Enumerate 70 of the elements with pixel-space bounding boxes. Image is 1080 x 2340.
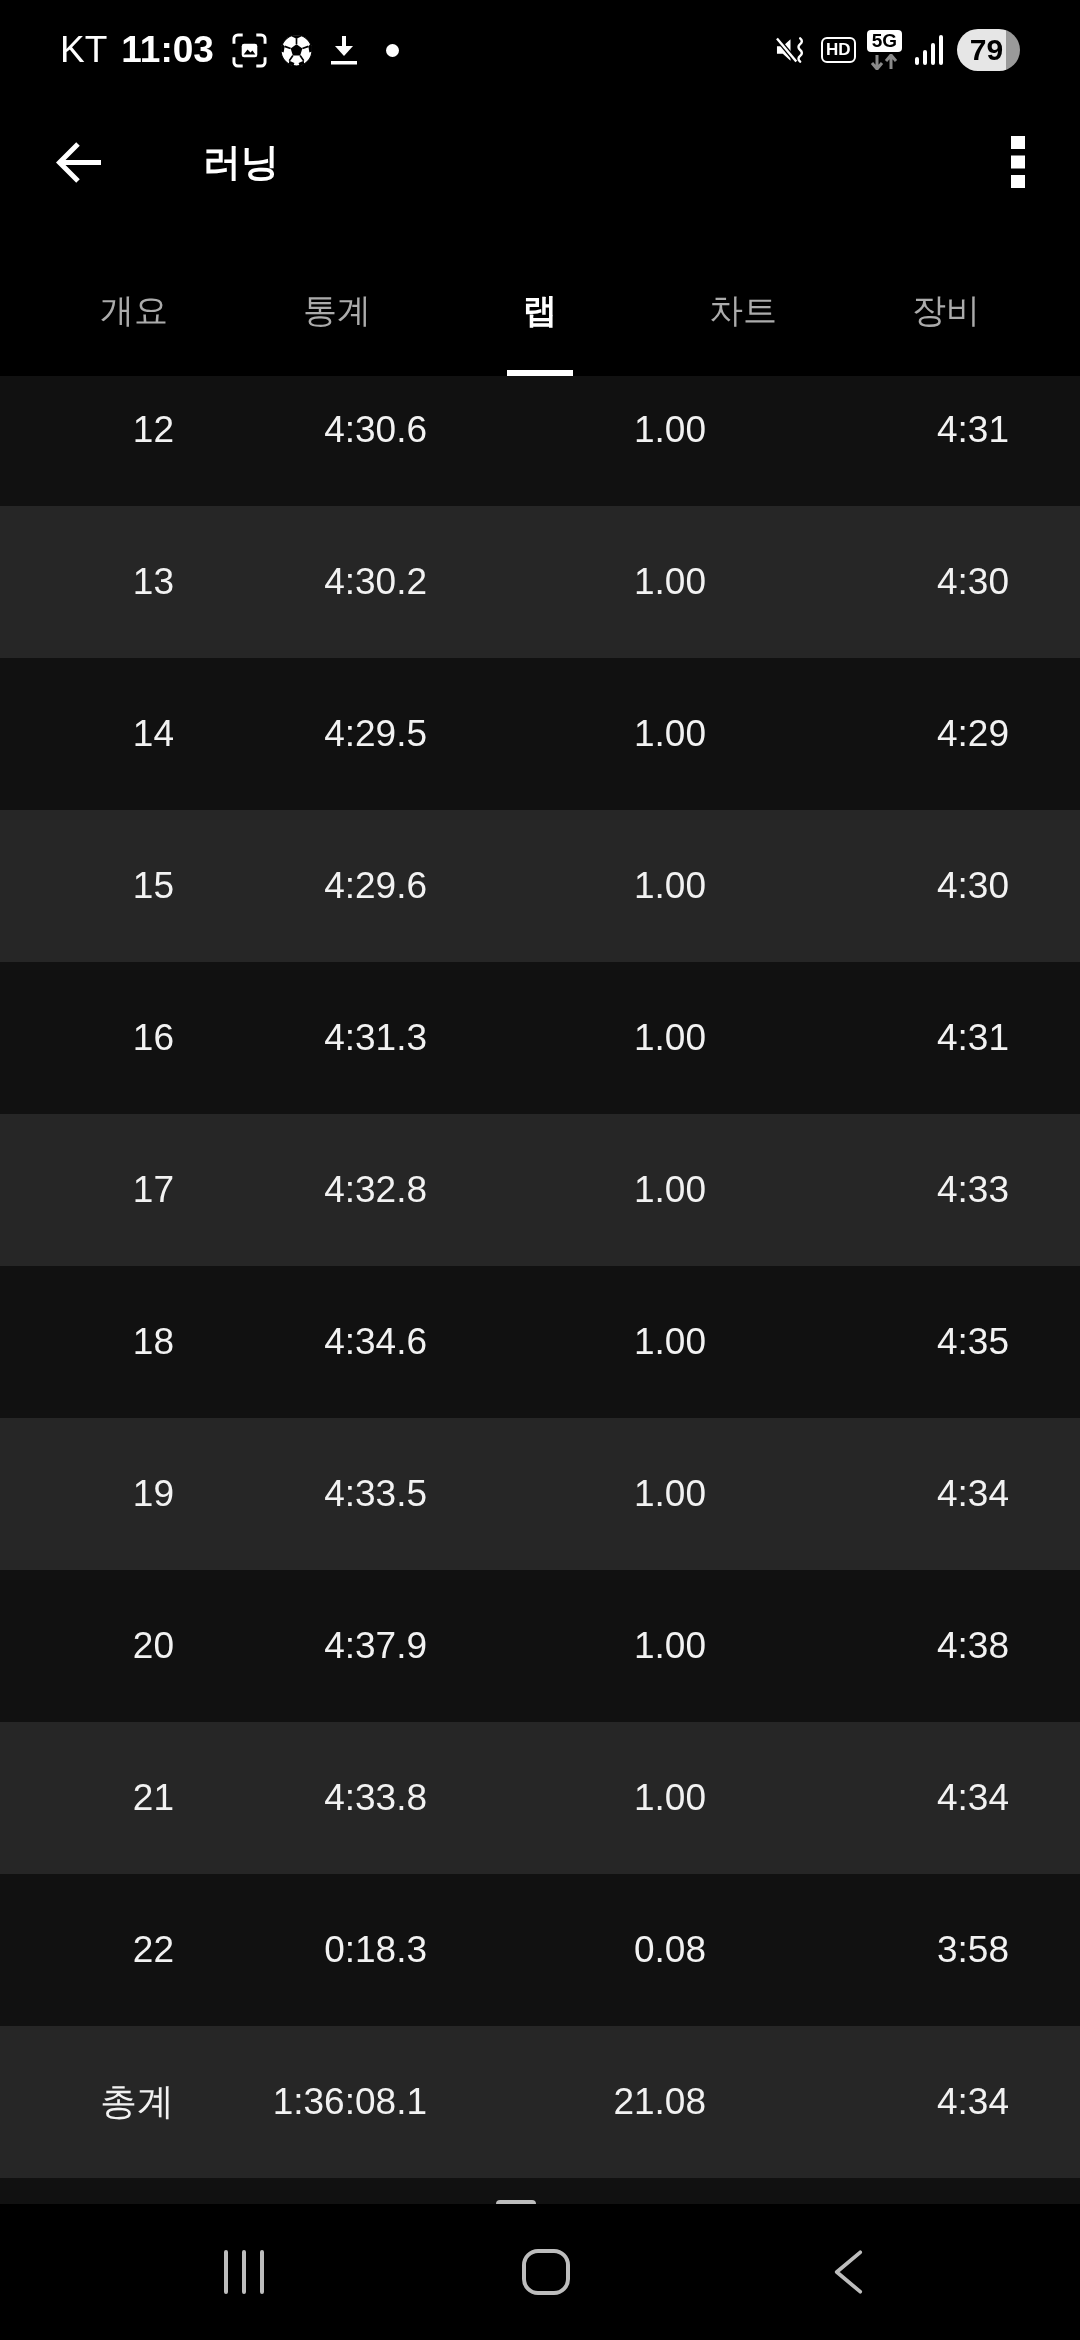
table-cell: 4:30.2	[324, 560, 427, 604]
table-cell: 20	[132, 1624, 174, 1668]
table-cell: 16	[132, 1016, 174, 1060]
table-cell: 0.08	[634, 1928, 706, 1972]
table-cell: 4:34	[937, 1472, 1009, 1516]
table-cell: 총계	[100, 2080, 174, 2124]
table-cell: 1.00	[634, 1776, 706, 1820]
table-cell: 4:33	[937, 1168, 1009, 1212]
table-cell: 13	[132, 560, 174, 604]
table-cell: 1.00	[634, 1472, 706, 1516]
tab[interactable]: 개요	[84, 224, 185, 376]
table-cell: 17	[132, 1168, 174, 1212]
table-cell: 4:34.6	[324, 1320, 427, 1364]
table-cell: 1.00	[634, 560, 706, 604]
table-cell: 4:35	[937, 1320, 1009, 1364]
table-cell: 4:31	[937, 408, 1009, 452]
table-cell: 4:31	[937, 1016, 1009, 1060]
table-cell: 21.08	[613, 2080, 706, 2124]
more-options-icon[interactable]	[1011, 136, 1025, 188]
tab[interactable]: 차트	[692, 224, 793, 376]
table-cell: 1.00	[634, 1624, 706, 1668]
table-cell: 4:30	[937, 864, 1009, 908]
table-cell: 15	[132, 864, 174, 908]
table-cell: 4:30.6	[324, 408, 427, 452]
table-cell: 19	[132, 1472, 174, 1516]
table-cell: 22	[132, 1928, 174, 1972]
table-cell: 1.00	[634, 1016, 706, 1060]
table-cell: 1.00	[634, 408, 706, 452]
table-cell: 1.00	[634, 864, 706, 908]
table-cell: 4:31.3	[324, 1016, 427, 1060]
table-cell: 1:36:08.1	[272, 2080, 427, 2124]
table-cell: 4:37.9	[324, 1624, 427, 1668]
table-cell: 4:29	[937, 712, 1009, 756]
back-arrow-icon[interactable]	[56, 140, 103, 184]
recent-apps-icon[interactable]	[223, 2249, 265, 2295]
hd-voice-indicator: HD	[821, 37, 856, 63]
handle-icon	[496, 2200, 536, 2204]
table-cell: 4:32.8	[324, 1168, 427, 1212]
table-cell: 1.00	[634, 712, 706, 756]
table-cell: 4:33.5	[324, 1472, 427, 1516]
table-cell: 4:34	[937, 2080, 1009, 2124]
table-cell: 3:58	[937, 1928, 1009, 1972]
muted-speaker-icon	[776, 35, 806, 65]
table-cell: 4:38	[937, 1624, 1009, 1668]
tab[interactable]: 장비	[895, 224, 996, 376]
table-cell: 1.00	[634, 1320, 706, 1364]
signal-icon	[915, 35, 943, 65]
image-frame-icon	[231, 32, 267, 68]
table-cell: 4:29.5	[324, 712, 427, 756]
network-type: 5G	[866, 30, 902, 52]
download-icon	[330, 35, 357, 65]
battery-indicator: 79	[957, 29, 1020, 71]
screen-title: 러닝	[203, 140, 280, 185]
table-cell: 4:29.6	[324, 864, 427, 908]
table-cell: 0:18.3	[324, 1928, 427, 1972]
dot-icon	[385, 43, 399, 57]
table-cell: 4:33.8	[324, 1776, 427, 1820]
carrier-name: KT	[60, 28, 108, 72]
table-cell: 14	[132, 712, 174, 756]
table-cell: 4:30	[937, 560, 1009, 604]
table-cell: 4:34	[937, 1776, 1009, 1820]
clock-time: 11:03	[121, 28, 214, 72]
soccer-ball-icon	[279, 33, 313, 67]
table-cell: 21	[132, 1776, 174, 1820]
table-cell: 1.00	[634, 1168, 706, 1212]
table-cell: 18	[132, 1320, 174, 1364]
table-cell: 12	[132, 408, 174, 452]
home-icon[interactable]	[522, 2249, 570, 2295]
tab[interactable]: 통계	[287, 224, 388, 376]
back-icon[interactable]	[833, 2249, 863, 2295]
